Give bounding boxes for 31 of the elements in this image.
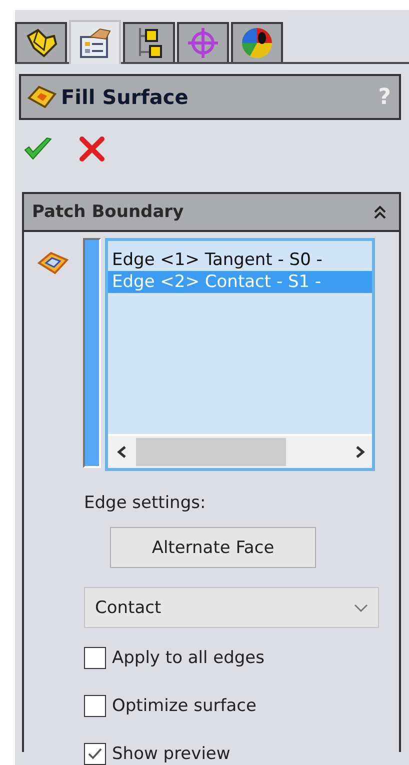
crosshair-icon	[186, 26, 220, 60]
edge-selection-icon	[37, 250, 69, 276]
checkbox[interactable]	[84, 647, 106, 669]
section-header[interactable]: Patch Boundary	[24, 194, 399, 232]
horizontal-scrollbar[interactable]	[108, 434, 372, 468]
chevron-down-icon	[354, 604, 368, 612]
panel-title: Fill Surface	[61, 85, 190, 109]
edge-list-item[interactable]: Edge <1> Tangent - S0 -	[108, 249, 372, 271]
checkbox-label: Show preview	[112, 744, 230, 764]
edge-settings-label: Edge settings:	[84, 493, 207, 513]
edge-list[interactable]: Edge <1> Tangent - S0 - Edge <2> Contact - S1 -	[105, 238, 375, 471]
panel-tab[interactable]	[15, 22, 67, 62]
fill-surface-icon	[27, 84, 57, 110]
alternate-face-button[interactable]: Alternate Face	[110, 527, 316, 568]
panel-tab[interactable]	[231, 22, 283, 62]
edge-condition-dropdown[interactable]: Contact	[84, 587, 379, 628]
scroll-right-icon[interactable]	[354, 445, 366, 459]
collapse-icon	[373, 204, 387, 220]
appearance-ball-icon	[240, 26, 274, 60]
checkbox-label: Optimize surface	[112, 696, 256, 716]
panel-tab[interactable]	[123, 22, 175, 62]
scroll-left-icon[interactable]	[116, 445, 128, 459]
panel-tab[interactable]	[69, 20, 121, 64]
part-icon	[24, 28, 58, 58]
checkbox[interactable]	[84, 743, 106, 765]
checkbox[interactable]	[84, 695, 106, 717]
property-sheet-icon	[78, 27, 112, 59]
panel-tab[interactable]	[177, 22, 229, 62]
ok-icon[interactable]	[23, 136, 53, 162]
checkbox-label: Apply to all edges	[112, 648, 264, 668]
cancel-icon[interactable]	[79, 136, 105, 162]
